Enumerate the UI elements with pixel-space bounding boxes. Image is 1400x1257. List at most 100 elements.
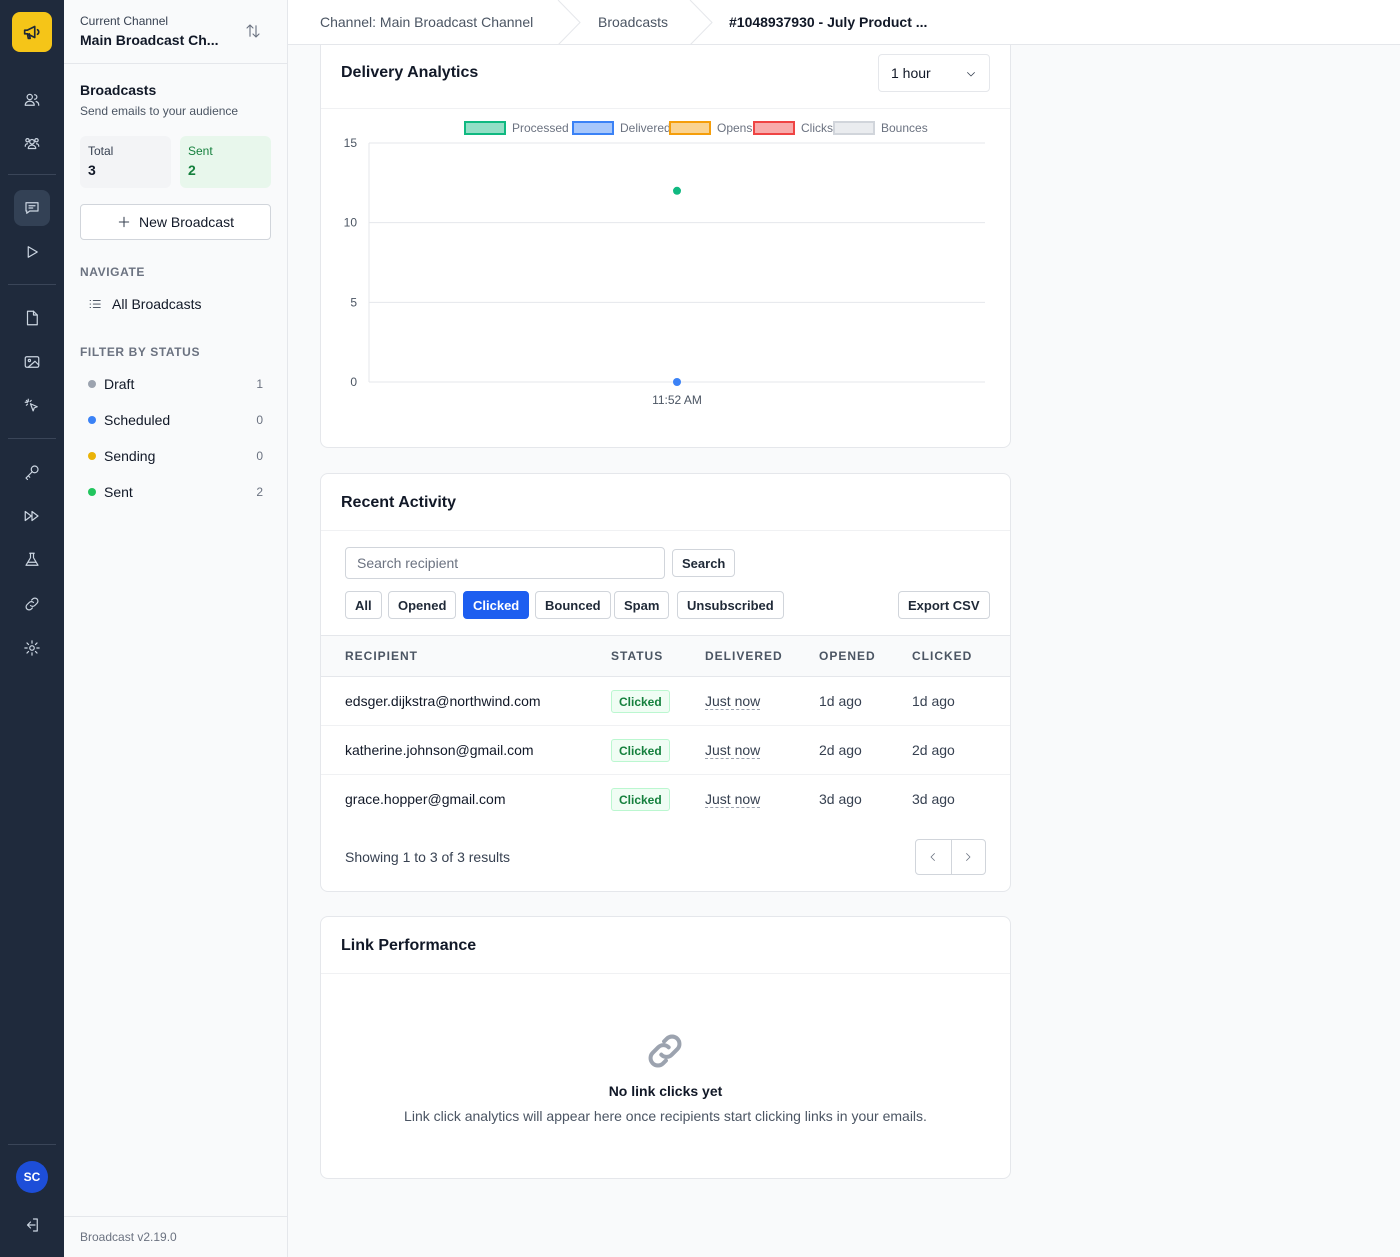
recent-activity-card: Recent Activity Search All Opened Clicke… [320,473,1011,892]
avatar[interactable]: SC [16,1161,48,1193]
filter-bounced-button[interactable]: Bounced [535,591,611,619]
filter-all-button[interactable]: All [345,591,382,619]
table-header: RECIPIENT STATUS DELIVERED OPENED CLICKE… [321,635,1010,677]
broadcast-icon[interactable] [14,190,50,226]
sidebar-item-all-broadcasts[interactable]: All Broadcasts [80,292,271,316]
plus-icon [118,216,130,228]
channel-name: Main Broadcast Ch... [80,32,219,48]
table-row[interactable]: grace.hopper@gmail.com Clicked Just now … [321,775,1010,824]
analytics-title: Delivery Analytics [341,64,479,81]
empty-state-message: Link click analytics will appear here on… [404,1108,927,1124]
filter-sent[interactable]: Sent 2 [80,480,271,504]
fast-forward-icon[interactable] [14,498,50,534]
filter-count: 0 [256,449,263,463]
gear-icon[interactable] [14,630,50,666]
channel-switcher[interactable]: Current Channel Main Broadcast Ch... [64,0,287,64]
sidebar-title: Broadcasts [80,82,157,98]
audience-icon[interactable] [14,126,50,162]
filter-label: Draft [104,376,135,392]
total-stat: Total 3 [80,136,171,188]
y-tick-label: 10 [344,216,358,230]
activity-title: Recent Activity [341,494,456,511]
filter-label: Sending [104,448,156,464]
legend-swatch [833,121,875,135]
opened-time: 2d ago [819,742,862,758]
clicked-time: 3d ago [912,791,955,807]
megaphone-logo-icon[interactable] [12,12,52,52]
status-badge: Clicked [611,690,670,713]
filter-scheduled[interactable]: Scheduled 0 [80,408,271,432]
column-header: DELIVERED [705,649,783,663]
version-label: Broadcast v2.19.0 [64,1216,287,1257]
delivered-time: Just now [705,791,761,808]
breadcrumb-broadcasts[interactable]: Broadcasts [598,14,668,30]
time-range-select[interactable]: 1 hour [878,54,990,92]
pagination [915,839,986,875]
search-input[interactable] [345,547,665,579]
breadcrumb-separator [688,0,714,46]
opened-time: 3d ago [819,791,862,807]
filter-label: Scheduled [104,412,171,428]
column-header: STATUS [611,649,664,663]
new-broadcast-button[interactable]: New Broadcast [80,204,271,240]
sidebar: Current Channel Main Broadcast Ch... Bro… [64,0,288,1257]
results-summary: Showing 1 to 3 of 3 results [345,849,510,865]
table-row[interactable]: katherine.johnson@gmail.com Clicked Just… [321,726,1010,775]
filter-spam-button[interactable]: Spam [614,591,670,619]
total-value: 3 [88,162,96,178]
document-icon[interactable] [14,300,50,336]
opened-time: 1d ago [819,693,862,709]
y-tick-label: 5 [350,295,357,309]
next-page-button[interactable] [950,840,986,874]
status-dot [88,380,96,388]
column-header: CLICKED [912,649,973,663]
prev-page-button[interactable] [916,840,951,874]
recipient-email: grace.hopper@gmail.com [345,791,506,807]
status-dot [88,416,96,424]
image-icon[interactable] [14,344,50,380]
data-point-delivered [673,378,681,386]
main-content: Delivery Analytics 1 hour Processed Deliv… [288,45,1400,1257]
empty-state-title: No link clicks yet [608,1083,723,1099]
filter-sending[interactable]: Sending 0 [80,444,271,468]
data-point-processed [673,186,681,195]
icon-rail: SC [0,0,64,1257]
status-dot [88,452,96,460]
filter-unsubscribed-button[interactable]: Unsubscribed [677,591,784,619]
total-label: Total [88,144,114,158]
logout-icon[interactable] [14,1207,50,1243]
link-icon[interactable] [14,586,50,622]
flask-icon[interactable] [14,542,50,578]
breadcrumb: Channel: Main Broadcast Channel Broadcas… [288,0,1400,46]
legend-swatch [753,121,795,135]
search-button[interactable]: Search [672,549,736,577]
chevron-left-icon [930,853,936,861]
filter-count: 2 [256,485,263,499]
sent-value: 2 [188,162,196,178]
breadcrumb-channel[interactable]: Channel: Main Broadcast Channel [320,14,533,30]
legend-label: Opens [717,121,752,135]
filter-opened-button[interactable]: Opened [388,591,457,619]
recipient-email: katherine.johnson@gmail.com [345,742,534,758]
export-csv-button[interactable]: Export CSV [898,591,990,619]
play-icon[interactable] [14,234,50,270]
status-dot [88,488,96,496]
clicked-time: 1d ago [912,693,955,709]
y-tick-label: 15 [344,136,358,150]
chevron-down-icon [967,72,975,77]
table-row[interactable]: edsger.dijkstra@northwind.com Clicked Ju… [321,677,1010,726]
sidebar-item-label: All Broadcasts [112,296,202,312]
chevron-right-icon [966,853,971,861]
key-icon[interactable] [14,454,50,490]
legend-label: Clicks [801,121,833,135]
channel-label: Current Channel [80,14,169,28]
filter-count: 0 [256,413,263,427]
swap-arrows-icon[interactable] [244,22,262,45]
list-icon [89,300,101,308]
filter-clicked-button[interactable]: Clicked [463,591,530,619]
filter-draft[interactable]: Draft 1 [80,372,271,396]
pointer-click-icon[interactable] [14,388,50,424]
time-range-value: 1 hour [891,65,931,81]
contacts-icon[interactable] [14,82,50,118]
recipient-email: edsger.dijkstra@northwind.com [345,693,541,709]
